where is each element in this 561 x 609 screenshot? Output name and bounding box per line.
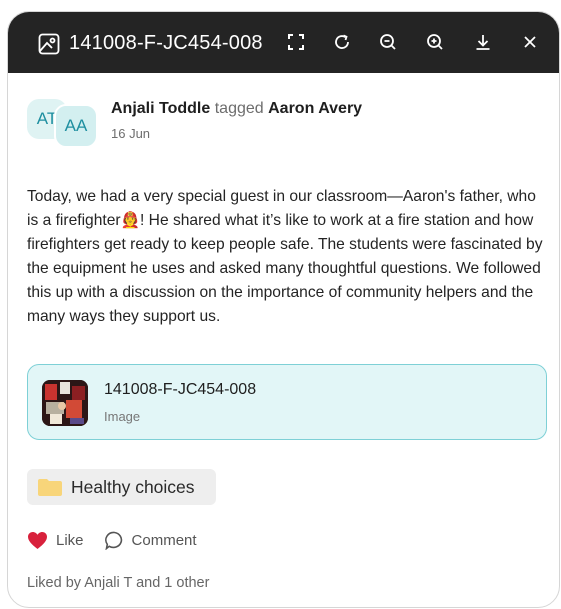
like-label: Like	[56, 531, 84, 549]
attachment-type: Image	[104, 409, 141, 424]
expand-icon[interactable]	[284, 30, 308, 54]
author-name[interactable]: Anjali Toddle	[111, 100, 210, 117]
like-button[interactable]: Like	[27, 531, 84, 550]
close-icon[interactable]	[518, 30, 542, 54]
zoom-out-icon[interactable]	[376, 30, 400, 54]
tagged-person[interactable]: Aaron Avery	[268, 100, 362, 117]
photo-viewer-window: 141008-F-JC454-008 AT AA Anjali Toddle t…	[7, 11, 560, 608]
comment-button[interactable]: Comment	[104, 531, 197, 550]
author-line: Anjali Toddle tagged Aaron Avery	[111, 98, 362, 120]
attachment-card[interactable]: 141008-F-JC454-008 Image	[27, 364, 547, 440]
rotate-icon[interactable]	[330, 30, 354, 54]
zoom-in-icon[interactable]	[423, 30, 447, 54]
post-header: AT AA Anjali Toddle tagged Aaron Avery 1…	[25, 94, 545, 154]
post-date: 16 Jun	[111, 126, 151, 141]
liked-by-text[interactable]: Liked by Anjali T and 1 other	[27, 575, 209, 591]
heart-icon	[28, 531, 47, 549]
attachment-thumbnail	[42, 380, 88, 426]
comment-icon	[104, 531, 122, 550]
tag-label: Healthy choices	[71, 476, 195, 497]
download-icon[interactable]	[471, 30, 495, 54]
avatar[interactable]: AA	[54, 104, 98, 148]
post-actions: Like Comment	[27, 529, 197, 551]
comment-label: Comment	[131, 531, 197, 549]
tag-chip[interactable]: Healthy choices	[27, 469, 216, 505]
folder-icon	[38, 479, 62, 496]
tagged-label: tagged	[214, 100, 264, 117]
window-title: 141008-F-JC454-008	[69, 32, 263, 54]
post-body: Today, we had a very special guest in ou…	[27, 188, 543, 325]
image-icon	[37, 32, 61, 56]
title-bar: 141008-F-JC454-008	[8, 12, 559, 73]
attachment-name: 141008-F-JC454-008	[104, 381, 257, 398]
